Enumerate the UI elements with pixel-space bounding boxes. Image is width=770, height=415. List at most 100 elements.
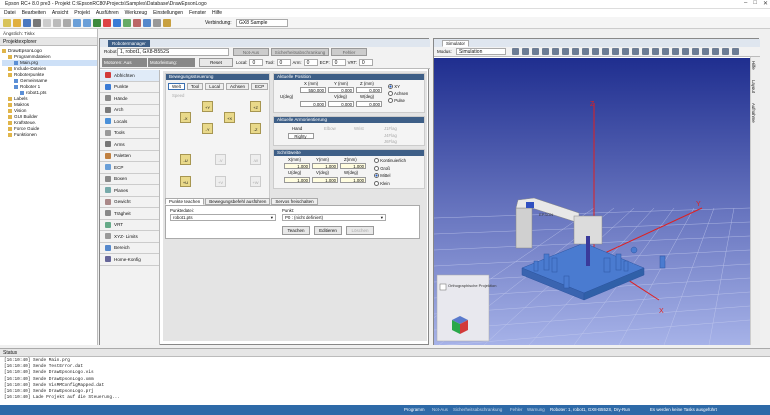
menu-run[interactable]: Ausführen [96,10,119,16]
nav-item[interactable]: VRT [100,220,159,231]
copy-icon[interactable] [53,19,61,27]
step-x-input[interactable]: 1.000 [284,163,310,169]
undo-icon[interactable] [73,19,81,27]
tree-item[interactable]: Funktionen [2,132,97,138]
menu-window[interactable]: Fenster [189,10,206,16]
radio-joint-dot[interactable] [388,91,393,97]
robot-manager-icon[interactable] [113,19,121,27]
jog-plus-u-button[interactable]: +U [180,176,191,187]
collision-icon[interactable] [652,48,659,55]
tab-execute-motion[interactable]: Bewegungsbefehl ausführen [205,198,271,205]
menu-file[interactable]: Datei [4,10,16,16]
close-icon[interactable]: ✕ [763,0,768,7]
jog-plus-z-button[interactable]: +Z [250,101,261,112]
tab-teach-points[interactable]: Punkte teachen [165,198,205,205]
local-select[interactable]: 0 [249,59,264,66]
step-w-input[interactable]: 1.000 [340,177,366,183]
menu-tools[interactable]: Werkzeug [125,10,147,16]
jog-tab-tool[interactable]: Tool [186,83,204,90]
jog-plus-x-button[interactable]: +X [224,112,235,123]
zoom-icon[interactable] [532,48,539,55]
teach-button[interactable]: Teachen [282,226,310,235]
jog-minus-x-button[interactable]: -X [180,112,191,123]
io-monitor-icon[interactable] [133,19,141,27]
jog-plus-v-button[interactable]: +V [215,176,226,187]
simulator-icon[interactable] [143,19,151,27]
radio-xy[interactable]: XY [388,83,408,90]
nav-item[interactable]: Locals [100,116,159,128]
save-icon[interactable] [23,19,31,27]
open-folder-icon[interactable] [13,19,21,27]
nav-item[interactable]: Arms [100,139,159,151]
edit-button[interactable]: Editieren [314,226,342,235]
jog-minus-u-button[interactable]: -U [180,154,191,165]
nav-item[interactable]: Trägheit [100,208,159,220]
menu-edit[interactable]: Bearbeiten [22,10,46,16]
export-icon[interactable] [722,48,729,55]
step-y-input[interactable]: 1.000 [312,163,338,169]
new-file-icon[interactable] [3,19,11,27]
side-tab-recording[interactable]: Aufnahme [751,103,756,123]
connection-select[interactable]: GX8 Sample [236,19,288,27]
build-icon[interactable] [93,19,101,27]
radio-small[interactable]: Klein [374,180,406,188]
radio-pulse-dot[interactable] [388,98,393,104]
nav-item[interactable]: Tools [100,128,159,139]
nav-item[interactable]: Hände [100,93,159,105]
nav-item[interactable]: Bereich [100,243,159,254]
delete-button[interactable]: Löschen [346,226,374,235]
nav-item[interactable]: Abfrichten [100,70,159,82]
rotate-icon[interactable] [522,48,529,55]
radio-large[interactable]: Groß [374,165,406,173]
menu-view[interactable]: Ansicht [52,10,68,16]
top-view-icon[interactable] [552,48,559,55]
ortho-checkbox[interactable] [439,283,447,291]
record-icon[interactable] [632,48,639,55]
radio-continuous[interactable]: Kontinuierlich [374,157,406,165]
menu-project[interactable]: Projekt [74,10,90,16]
nav-item[interactable]: Gewicht [100,197,159,208]
radio-large-dot[interactable] [374,165,379,171]
nav-item[interactable]: Home-Konfig [100,254,159,266]
trace-icon[interactable] [712,48,719,55]
nav-item[interactable]: Paletten [100,151,159,162]
jog-tab-ecp[interactable]: ECP [250,83,269,90]
radio-xy-dot[interactable] [388,84,393,90]
step-icon[interactable] [622,48,629,55]
nav-item[interactable]: Planes [100,185,159,197]
side-tab-layout[interactable]: Layout [751,80,756,93]
reset-button[interactable]: Reset [199,58,233,67]
step-v-input[interactable]: 1.000 [312,177,338,183]
show-icon[interactable] [692,48,699,55]
nav-item[interactable]: XYZ- Limits [100,231,159,243]
tool-select[interactable]: 0 [276,59,291,66]
gui-builder-icon[interactable] [163,19,171,27]
camera-icon[interactable] [642,48,649,55]
menu-settings[interactable]: Einstellungen [153,10,183,16]
jog-minus-y-button[interactable]: -Y [202,123,213,134]
simulation-viewport[interactable]: Z X Y EPSON Orthographische Projektion [434,58,750,345]
radio-pulse[interactable]: Pulse [388,97,408,104]
stop-icon[interactable] [103,19,111,27]
step-z-input[interactable]: 1.000 [340,163,366,169]
tab-free-joints[interactable]: Servos freischalten [271,198,318,205]
jog-minus-w-button[interactable]: -W [250,154,261,165]
grid-icon[interactable] [702,48,709,55]
stop-icon[interactable] [612,48,619,55]
move-icon[interactable] [512,48,519,55]
radio-medium-dot[interactable] [374,173,379,179]
cut-icon[interactable] [43,19,51,27]
jog-tab-world[interactable]: Welt [168,83,185,90]
print-icon[interactable] [33,19,41,27]
hide-icon[interactable] [682,48,689,55]
tab-simulator[interactable]: Simulator [442,40,470,47]
radio-continuous-dot[interactable] [374,158,379,164]
motors-status[interactable]: Motoren: Aus [102,58,147,67]
points-file-select[interactable]: robot1.pts ▾ [170,214,276,221]
radio-small-dot[interactable] [374,180,379,186]
play-icon[interactable] [592,48,599,55]
arm-select[interactable]: 0 [303,59,318,66]
nav-item[interactable]: Arch [100,105,159,116]
menu-help[interactable]: Hilfe [212,10,222,16]
robot-select[interactable]: 1, robot1, GX8-B552S [117,48,229,56]
